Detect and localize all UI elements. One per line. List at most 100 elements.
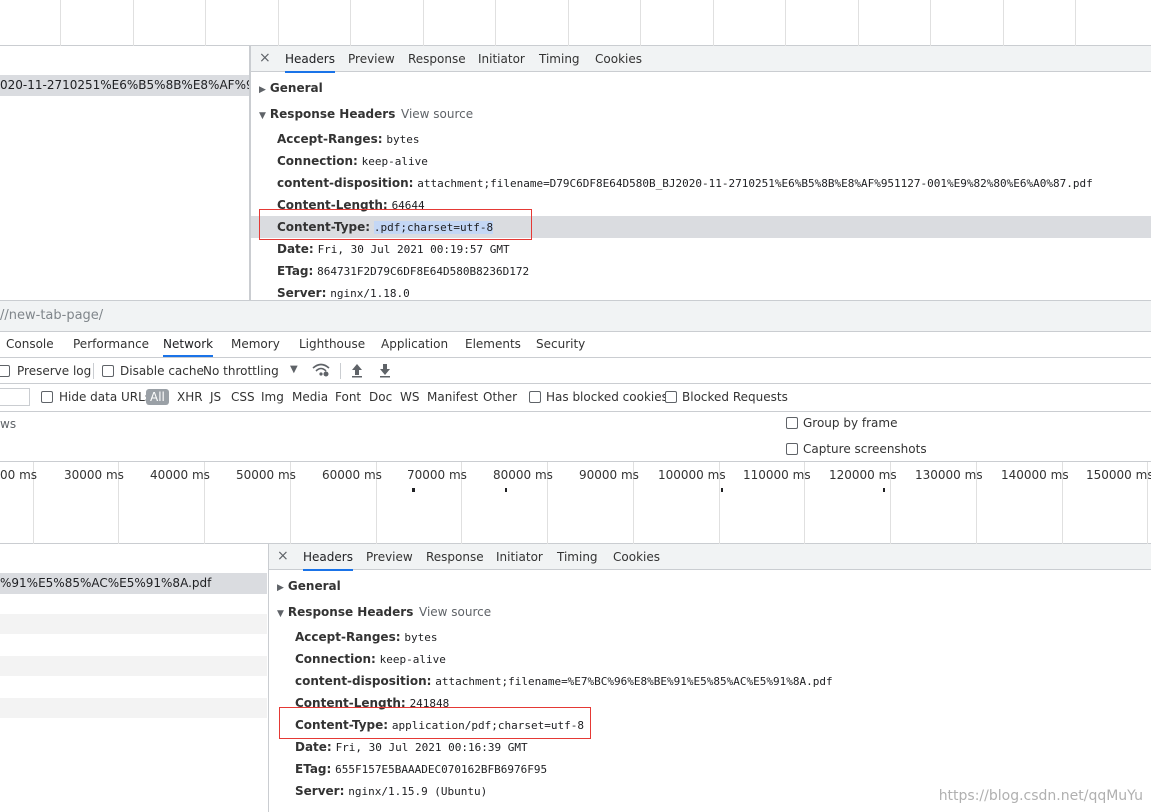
filter-font[interactable]: Font xyxy=(335,390,361,404)
tab-elements[interactable]: Elements xyxy=(465,337,521,351)
tab-performance[interactable]: Performance xyxy=(73,337,149,351)
tick-label: 60000 ms xyxy=(322,468,382,482)
filter-input[interactable] xyxy=(0,388,30,406)
tab-application[interactable]: Application xyxy=(381,337,448,351)
blocked-requests-label: Blocked Requests xyxy=(682,390,788,404)
tick-label: 80000 ms xyxy=(493,468,553,482)
throttling-select[interactable]: No throttling xyxy=(203,364,279,378)
tab-cookies[interactable]: Cookies xyxy=(613,550,660,564)
group-by-frame-checkbox[interactable] xyxy=(786,417,798,429)
tab-preview[interactable]: Preview xyxy=(348,52,395,66)
top-timeline-grid xyxy=(0,0,1151,46)
has-blocked-cookies-checkbox[interactable] xyxy=(529,391,541,403)
tab-response[interactable]: Response xyxy=(426,550,484,564)
capture-screenshots-checkbox[interactable] xyxy=(786,443,798,455)
tab-timing[interactable]: Timing xyxy=(557,550,598,564)
export-har-icon[interactable] xyxy=(378,362,392,381)
filter-ws[interactable]: WS xyxy=(400,390,419,404)
request-row[interactable] xyxy=(0,698,267,718)
watermark: https://blog.csdn.net/qqMuYu xyxy=(938,788,1143,804)
header-accept-ranges: Accept-Ranges: bytes xyxy=(295,630,438,644)
close-icon[interactable]: × xyxy=(277,548,289,564)
tab-headers[interactable]: Headers xyxy=(285,52,335,73)
tick-label: 70000 ms xyxy=(407,468,467,482)
network-options: ws Group by frame Capture screenshots xyxy=(0,412,1151,462)
filter-other[interactable]: Other xyxy=(483,390,517,404)
hide-data-urls-label: Hide data URLs xyxy=(59,390,152,404)
tab-lighthouse[interactable]: Lighthouse xyxy=(299,337,365,351)
filter-img[interactable]: Img xyxy=(261,390,284,404)
filter-all[interactable]: All xyxy=(146,389,169,405)
tab-initiator[interactable]: Initiator xyxy=(496,550,543,564)
header-server: Server: nginx/1.15.9 (Ubuntu) xyxy=(295,784,488,798)
import-har-icon[interactable] xyxy=(350,362,364,381)
content-type-highlight-box xyxy=(279,707,591,739)
filter-doc[interactable]: Doc xyxy=(369,390,392,404)
tab-network[interactable]: Network xyxy=(163,337,214,357)
top-network-panel: 020-11-2710251%E6%B5%8B%E8%AF%951... × H… xyxy=(0,0,1151,300)
request-row[interactable] xyxy=(0,656,267,676)
header-etag: ETag: 864731F2D79C6DF8E64D580B8236D172 xyxy=(277,264,530,278)
close-icon[interactable]: × xyxy=(259,50,271,66)
request-mark xyxy=(721,488,723,492)
request-row[interactable] xyxy=(0,614,267,634)
throttling-dropdown-icon[interactable]: ▼ xyxy=(290,364,298,375)
devtools-panel-tabs: Console Performance Network Memory Light… xyxy=(0,332,1151,358)
expand-triangle-icon: ▶ xyxy=(259,85,266,95)
view-source-link[interactable]: View source xyxy=(401,107,473,121)
has-blocked-cookies-label: Has blocked cookies xyxy=(546,390,668,404)
collapse-triangle-icon: ▼ xyxy=(277,609,284,619)
tab-initiator[interactable]: Initiator xyxy=(478,52,525,66)
tick-label: 110000 ms xyxy=(743,468,811,482)
tick-label: 150000 ms xyxy=(1086,468,1151,482)
tick-label: 100000 ms xyxy=(658,468,726,482)
tick-label: 130000 ms xyxy=(915,468,983,482)
tab-cookies[interactable]: Cookies xyxy=(595,52,642,66)
group-by-frame-label: Group by frame xyxy=(803,416,898,430)
response-headers-section[interactable]: ▼ Response Headers xyxy=(277,605,413,619)
tab-response[interactable]: Response xyxy=(408,52,466,66)
request-row-selected[interactable]: %91%E5%85%AC%E5%91%8A.pdf xyxy=(0,573,267,594)
filter-js[interactable]: JS xyxy=(210,390,221,404)
preserve-log-label: Preserve log xyxy=(17,364,92,378)
blocked-requests-checkbox[interactable] xyxy=(665,391,677,403)
network-toolbar: Preserve log Disable cache No throttling… xyxy=(0,358,1151,384)
hide-data-urls-checkbox[interactable] xyxy=(41,391,53,403)
filter-toolbar: Hide data URLs All XHR JS CSS Img Media … xyxy=(0,384,1151,412)
filter-css[interactable]: CSS xyxy=(231,390,255,404)
capture-screenshots-label: Capture screenshots xyxy=(803,442,927,456)
preserve-log-checkbox[interactable] xyxy=(0,365,10,377)
general-section[interactable]: ▶ General xyxy=(259,81,323,95)
bottom-headers-panel: × Headers Preview Response Initiator Tim… xyxy=(268,544,1151,812)
timeline-overview[interactable]: 00 ms 30000 ms 40000 ms 50000 ms 60000 m… xyxy=(0,462,1151,544)
content-type-highlight-box xyxy=(259,209,532,240)
tab-console[interactable]: Console xyxy=(6,337,54,351)
tick-label: 00 ms xyxy=(0,468,38,482)
disable-cache-checkbox[interactable] xyxy=(102,365,114,377)
general-section[interactable]: ▶ General xyxy=(277,579,341,593)
tab-headers[interactable]: Headers xyxy=(303,550,353,571)
top-headers-panel: × Headers Preview Response Initiator Tim… xyxy=(250,46,1151,300)
header-date: Date: Fri, 30 Jul 2021 00:16:39 GMT xyxy=(295,740,528,754)
view-source-link[interactable]: View source xyxy=(419,605,491,619)
request-mark xyxy=(505,488,507,492)
tab-memory[interactable]: Memory xyxy=(231,337,280,351)
tab-preview[interactable]: Preview xyxy=(366,550,413,564)
bottom-request-list: %91%E5%85%AC%E5%91%8A.pdf xyxy=(0,544,268,812)
filter-xhr[interactable]: XHR xyxy=(177,390,203,404)
tab-security[interactable]: Security xyxy=(536,337,585,351)
filter-media[interactable]: Media xyxy=(292,390,328,404)
collapse-triangle-icon: ▼ xyxy=(259,111,266,121)
request-name: %91%E5%85%AC%E5%91%8A.pdf xyxy=(0,576,212,590)
request-row-selected[interactable]: 020-11-2710251%E6%B5%8B%E8%AF%951... xyxy=(0,75,249,96)
disable-cache-label: Disable cache xyxy=(120,364,204,378)
tick-label: 140000 ms xyxy=(1001,468,1069,482)
expand-triangle-icon: ▶ xyxy=(277,583,284,593)
request-name: 020-11-2710251%E6%B5%8B%E8%AF%951... xyxy=(0,78,249,92)
request-mark xyxy=(883,488,885,492)
tab-timing[interactable]: Timing xyxy=(539,52,580,66)
network-conditions-icon[interactable] xyxy=(312,362,330,381)
response-headers-section[interactable]: ▼ Response Headers xyxy=(259,107,395,121)
filter-manifest[interactable]: Manifest xyxy=(427,390,478,404)
tick-label: 120000 ms xyxy=(829,468,897,482)
